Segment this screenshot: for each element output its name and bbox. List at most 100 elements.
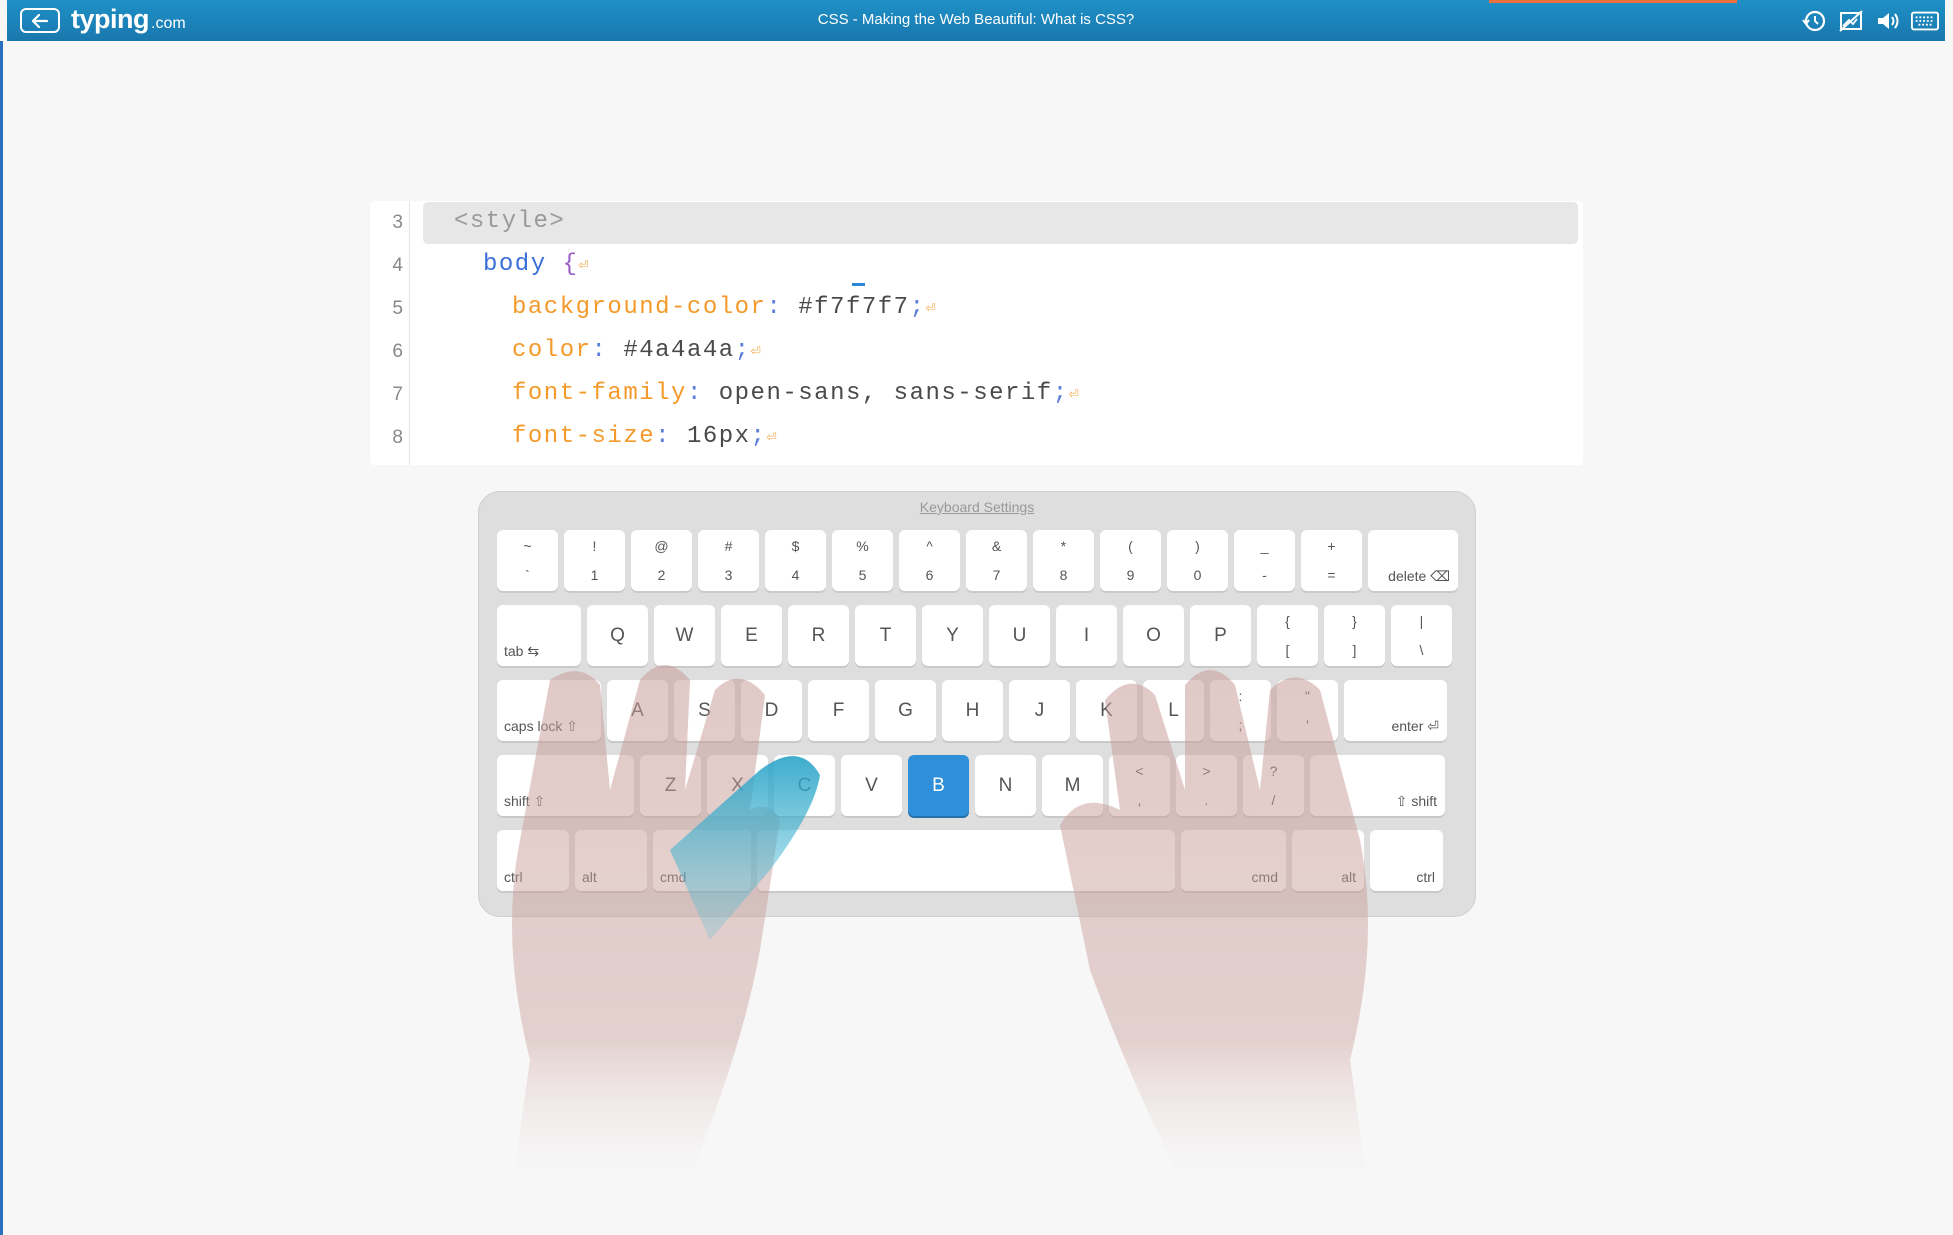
key-q[interactable]: Q [587, 605, 648, 666]
key-[interactable]: _ - [1234, 530, 1295, 591]
key-x[interactable]: X [707, 755, 768, 816]
keyboard-icon[interactable] [1911, 8, 1939, 34]
key-label: Y [946, 625, 959, 646]
code-token: : [591, 337, 624, 364]
volume-icon[interactable] [1874, 8, 1902, 34]
key-8[interactable]: * 8 [1033, 530, 1094, 591]
key-label: L [1168, 700, 1179, 721]
key-v[interactable]: V [841, 755, 902, 816]
key-label: @ [654, 538, 669, 554]
key-6[interactable]: ^ 6 [899, 530, 960, 591]
key-s[interactable]: S [674, 680, 735, 741]
key-[interactable]: }] [1324, 605, 1385, 666]
code-token: color [512, 337, 592, 364]
key-delete[interactable]: delete ⌫ [1368, 530, 1458, 591]
top-toolbar [1800, 8, 1939, 34]
key-n[interactable]: N [975, 755, 1036, 816]
no-graphics-icon[interactable] [1837, 8, 1865, 34]
key-[interactable]: ? / [1243, 755, 1304, 816]
key-shift[interactable]: ⇧ shift [1310, 755, 1445, 816]
key-i[interactable]: I [1056, 605, 1117, 666]
key-cmd[interactable]: cmd [1181, 830, 1286, 891]
key-2[interactable]: @2 [631, 530, 692, 591]
key-label: U [1012, 625, 1027, 646]
key-ctrl[interactable]: ctrl [497, 830, 569, 891]
key-label: alt [1341, 869, 1356, 885]
key-label: O [1146, 625, 1161, 646]
key-[interactable]: >. [1176, 755, 1237, 816]
key-d[interactable]: D [741, 680, 802, 741]
key-[interactable]: ~ ` [497, 530, 558, 591]
key-label: delete ⌫ [1388, 568, 1450, 584]
key-l[interactable]: L [1143, 680, 1204, 741]
key-label: J [1034, 700, 1045, 721]
key-f[interactable]: F [808, 680, 869, 741]
key-[interactable]: <, [1109, 755, 1170, 816]
key-k[interactable]: K [1076, 680, 1137, 741]
key-shift[interactable]: shift ⇧ [497, 755, 634, 816]
key-label: % [856, 538, 869, 554]
line-number: 3 [392, 212, 403, 233]
typing-cursor [852, 283, 865, 286]
key-3[interactable]: #3 [698, 530, 759, 591]
key-tab[interactable]: tab ⇆ [497, 605, 581, 666]
key-space[interactable] [757, 830, 1175, 891]
key-j[interactable]: J [1009, 680, 1070, 741]
key-4[interactable]: $4 [765, 530, 826, 591]
key-h[interactable]: H [942, 680, 1003, 741]
key-y[interactable]: Y [922, 605, 983, 666]
key-ctrl[interactable]: ctrl [1370, 830, 1443, 891]
key-0[interactable]: ) 0 [1167, 530, 1228, 591]
key-label: \ [1419, 642, 1424, 658]
keyboard-settings-link[interactable]: Keyboard Settings [479, 499, 1475, 515]
key-caps-lock[interactable]: caps lock ⇧ [497, 680, 601, 741]
key-label: ^ [926, 538, 933, 554]
key-e[interactable]: E [721, 605, 782, 666]
key-label: # [724, 538, 733, 554]
key-alt[interactable]: alt [1292, 830, 1364, 891]
key-r[interactable]: R [788, 605, 849, 666]
lesson-title: CSS - Making the Web Beautiful: What is … [817, 11, 1135, 28]
key-c[interactable]: C [774, 755, 835, 816]
key-label: : [1238, 688, 1243, 704]
key-p[interactable]: P [1190, 605, 1251, 666]
key-[interactable]: :; [1210, 680, 1271, 741]
key-label: ) [1195, 538, 1200, 554]
code-token: <style> [454, 208, 566, 235]
key-alt[interactable]: alt [575, 830, 647, 891]
key-1[interactable]: ! 1 [564, 530, 625, 591]
key-o[interactable]: O [1123, 605, 1184, 666]
code-token: #f7f7f7 [798, 294, 910, 321]
code-line: 3 <style> [370, 201, 1583, 244]
key-label: P [1214, 625, 1227, 646]
key-w[interactable]: W [654, 605, 715, 666]
line-number: 6 [392, 341, 403, 362]
key-cmd[interactable]: cmd [653, 830, 751, 891]
key-g[interactable]: G [875, 680, 936, 741]
key-[interactable]: + = [1301, 530, 1362, 591]
key-m[interactable]: M [1042, 755, 1103, 816]
key-a[interactable]: A [607, 680, 668, 741]
history-icon[interactable] [1800, 8, 1828, 34]
key-9[interactable]: (9 [1100, 530, 1161, 591]
return-icon: ⏎ [1068, 386, 1079, 405]
key-t[interactable]: T [855, 605, 916, 666]
key-enter[interactable]: enter ⏎ [1344, 680, 1447, 741]
key-z[interactable]: Z [640, 755, 701, 816]
key-u[interactable]: U [989, 605, 1050, 666]
key-label: R [811, 625, 826, 646]
key-[interactable]: | \ [1391, 605, 1452, 666]
key-label: [ [1285, 642, 1290, 658]
key-b[interactable]: B [908, 755, 969, 816]
key-label: ! [592, 538, 597, 554]
key-label: = [1327, 567, 1336, 583]
key-label: 3 [724, 567, 733, 583]
key-[interactable]: " ' [1277, 680, 1338, 741]
key-label: G [898, 700, 913, 721]
key-7[interactable]: & 7 [966, 530, 1027, 591]
key-label: 6 [925, 567, 934, 583]
key-label: S [698, 700, 711, 721]
key-[interactable]: {[ [1257, 605, 1318, 666]
key-5[interactable]: % 5 [832, 530, 893, 591]
key-label: ' [1306, 717, 1309, 733]
